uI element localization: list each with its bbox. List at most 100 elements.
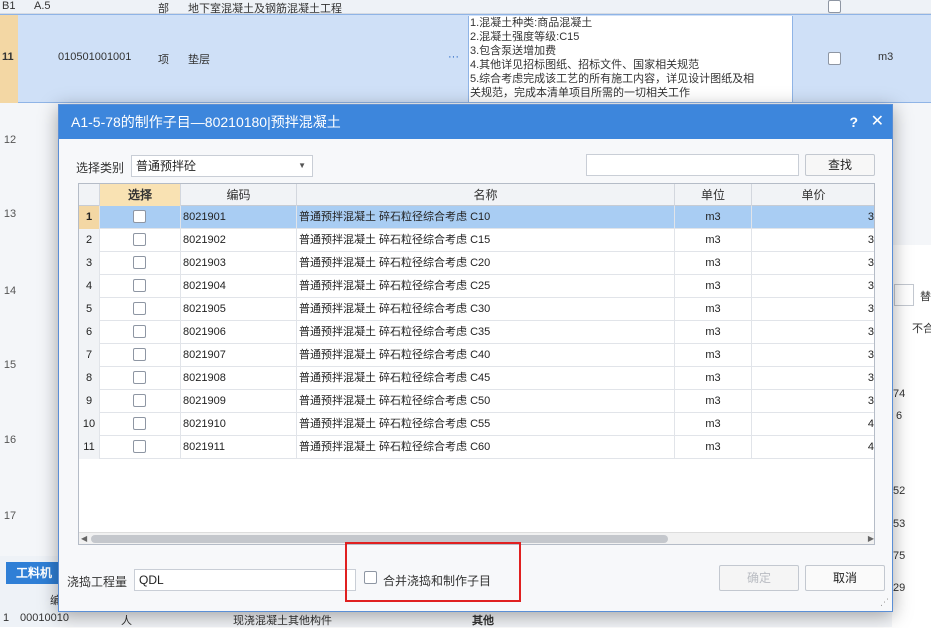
cell-name: 普通预拌混凝土 碎石粒径综合考虑 C30 xyxy=(297,298,675,321)
cell-name: 普通预拌混凝土 碎石粒径综合考虑 C10 xyxy=(297,206,675,229)
resize-grip-icon[interactable]: ⋰ xyxy=(880,597,889,608)
cell-code: 8021903 xyxy=(181,252,297,275)
select-cell[interactable] xyxy=(100,344,181,367)
row-number: 5 xyxy=(79,298,100,321)
cell-code: 8021901 xyxy=(181,206,297,229)
cell-value: 52 xyxy=(893,485,906,497)
column-header-price[interactable]: 单价 xyxy=(752,184,874,206)
table-row[interactable]: 9 8021909 普通预拌混凝土 碎石粒径综合考虑 C50 m3 3 xyxy=(79,390,874,413)
chevron-down-icon: ▼ xyxy=(298,161,306,170)
row-number: 15 xyxy=(3,359,17,371)
highlight-box xyxy=(345,542,521,602)
table-row[interactable]: 1 8021901 普通预拌混凝土 碎石粒径综合考虑 C10 m3 3 xyxy=(79,206,874,229)
row-checkbox[interactable] xyxy=(133,394,146,407)
dialog-title: A1-5-78的制作子目—80210180|预拌混凝土 xyxy=(59,105,892,139)
row-type: 项 xyxy=(158,54,169,66)
pour-quantity-label: 浇捣工程量 xyxy=(67,575,128,589)
cell-price: 4 xyxy=(752,436,874,459)
table-row[interactable]: 4 8021904 普通预拌混凝土 碎石粒径综合考虑 C25 m3 3 xyxy=(79,275,874,298)
select-cell[interactable] xyxy=(100,367,181,390)
row-checkbox[interactable] xyxy=(133,210,146,223)
confirm-button[interactable]: 确定 xyxy=(719,565,799,591)
cell-code: 8021902 xyxy=(181,229,297,252)
row-checkbox[interactable] xyxy=(133,371,146,384)
row-number: 17 xyxy=(3,510,17,522)
cancel-button[interactable]: 取消 xyxy=(805,565,885,591)
row-checkbox[interactable] xyxy=(133,302,146,315)
select-cell[interactable] xyxy=(100,252,181,275)
pour-quantity-input[interactable]: QDL xyxy=(134,569,356,591)
row-checkbox[interactable] xyxy=(133,233,146,246)
select-cell[interactable] xyxy=(100,413,181,436)
cell-price: 4 xyxy=(752,413,874,436)
row-number: 1 xyxy=(79,206,100,229)
row-code: A.5 xyxy=(34,0,51,12)
tab-labor-material[interactable]: 工料机 xyxy=(6,562,62,584)
row-checkbox[interactable] xyxy=(133,325,146,338)
cell-unit: m3 xyxy=(675,252,752,275)
more-button[interactable]: ··· xyxy=(448,51,459,63)
row-checkbox[interactable] xyxy=(133,256,146,269)
row-checkbox[interactable] xyxy=(828,0,841,13)
table-row[interactable]: 3 8021903 普通预拌混凝土 碎石粒径综合考虑 C20 m3 3 xyxy=(79,252,874,275)
row-checkbox[interactable] xyxy=(133,417,146,430)
scroll-left-icon[interactable]: ◀ xyxy=(81,533,87,544)
select-cell[interactable] xyxy=(100,229,181,252)
search-button[interactable]: 查找 xyxy=(805,154,875,176)
table-row-selected[interactable]: 11 010501001001 项 垫层 ··· 1.混凝土种类:商品混凝土 2… xyxy=(0,14,931,103)
table-row[interactable]: 6 8021906 普通预拌混凝土 碎石粒径综合考虑 C35 m3 3 xyxy=(79,321,874,344)
row-number: 9 xyxy=(79,390,100,413)
row-checkbox[interactable] xyxy=(133,440,146,453)
cell-code: 8021907 xyxy=(181,344,297,367)
cell-price: 3 xyxy=(752,298,874,321)
cell-unit: m3 xyxy=(675,413,752,436)
table-row-b1[interactable]: B1 A.5 部 地下室混凝土及钢筋混凝土工程 xyxy=(0,0,931,15)
column-header-name[interactable]: 名称 xyxy=(297,184,675,206)
help-icon[interactable]: ? xyxy=(849,105,858,139)
row-number: 14 xyxy=(3,285,17,297)
table-row[interactable]: 2 8021902 普通预拌混凝土 碎石粒径综合考虑 C15 m3 3 xyxy=(79,229,874,252)
replace-button[interactable]: 替 xyxy=(920,288,931,304)
tree-item[interactable]: 现浇混凝土其他构件 xyxy=(233,612,332,628)
cell-unit: m3 xyxy=(675,229,752,252)
cell-code: 8021904 xyxy=(181,275,297,298)
table-row[interactable]: 11 8021911 普通预拌混凝土 碎石粒径综合考虑 C60 m3 4 xyxy=(79,436,874,459)
select-cell[interactable] xyxy=(100,390,181,413)
row-number: 11 xyxy=(2,51,14,63)
cell-price: 3 xyxy=(752,344,874,367)
column-header-unit[interactable]: 单位 xyxy=(675,184,752,206)
select-cell[interactable] xyxy=(100,321,181,344)
cell-code: 8021909 xyxy=(181,390,297,413)
select-cell[interactable] xyxy=(100,436,181,459)
tree-item[interactable]: 其他 xyxy=(472,612,494,628)
cell-unit: m3 xyxy=(675,436,752,459)
cell-code: 8021906 xyxy=(181,321,297,344)
table-row[interactable]: 8 8021908 普通预拌混凝土 碎石粒径综合考虑 C45 m3 3 xyxy=(79,367,874,390)
feature-line: 1.混凝土种类:商品混凝土 xyxy=(470,17,593,29)
column-header-code[interactable]: 编码 xyxy=(181,184,297,206)
search-input[interactable] xyxy=(586,154,799,176)
row-checkbox[interactable] xyxy=(133,279,146,292)
feature-cell[interactable]: 1.混凝土种类:商品混凝土 2.混凝土强度等级:C15 3.包含泵送增加费 4.… xyxy=(468,16,793,102)
cell-price: 3 xyxy=(752,229,874,252)
row-checkbox[interactable] xyxy=(133,348,146,361)
table-row[interactable]: 7 8021907 普通预拌混凝土 碎石粒径综合考虑 C40 m3 3 xyxy=(79,344,874,367)
category-select[interactable]: 普通预拌砼 ▼ xyxy=(131,155,313,177)
close-icon[interactable]: ✕ xyxy=(871,105,884,139)
select-cell[interactable] xyxy=(100,275,181,298)
scroll-right-icon[interactable]: ▶ xyxy=(868,533,874,544)
select-cell[interactable] xyxy=(100,298,181,321)
feature-line: 4.其他详见招标图纸、招标文件、国家相关规范 xyxy=(470,59,700,71)
cell-value: 29 xyxy=(893,582,906,594)
cell-unit: m3 xyxy=(675,367,752,390)
row-checkbox[interactable] xyxy=(828,52,841,65)
table-row[interactable]: 5 8021905 普通预拌混凝土 碎石粒径综合考虑 C30 m3 3 xyxy=(79,298,874,321)
column-header-select[interactable]: 选择 xyxy=(100,184,181,206)
cell-unit: m3 xyxy=(675,390,752,413)
row-number: 8 xyxy=(79,367,100,390)
cell-code: 8021905 xyxy=(181,298,297,321)
row-name: 垫层 xyxy=(188,54,210,66)
cell-code: 8021908 xyxy=(181,367,297,390)
table-row[interactable]: 10 8021910 普通预拌混凝土 碎石粒径综合考虑 C55 m3 4 xyxy=(79,413,874,436)
select-cell[interactable] xyxy=(100,206,181,229)
